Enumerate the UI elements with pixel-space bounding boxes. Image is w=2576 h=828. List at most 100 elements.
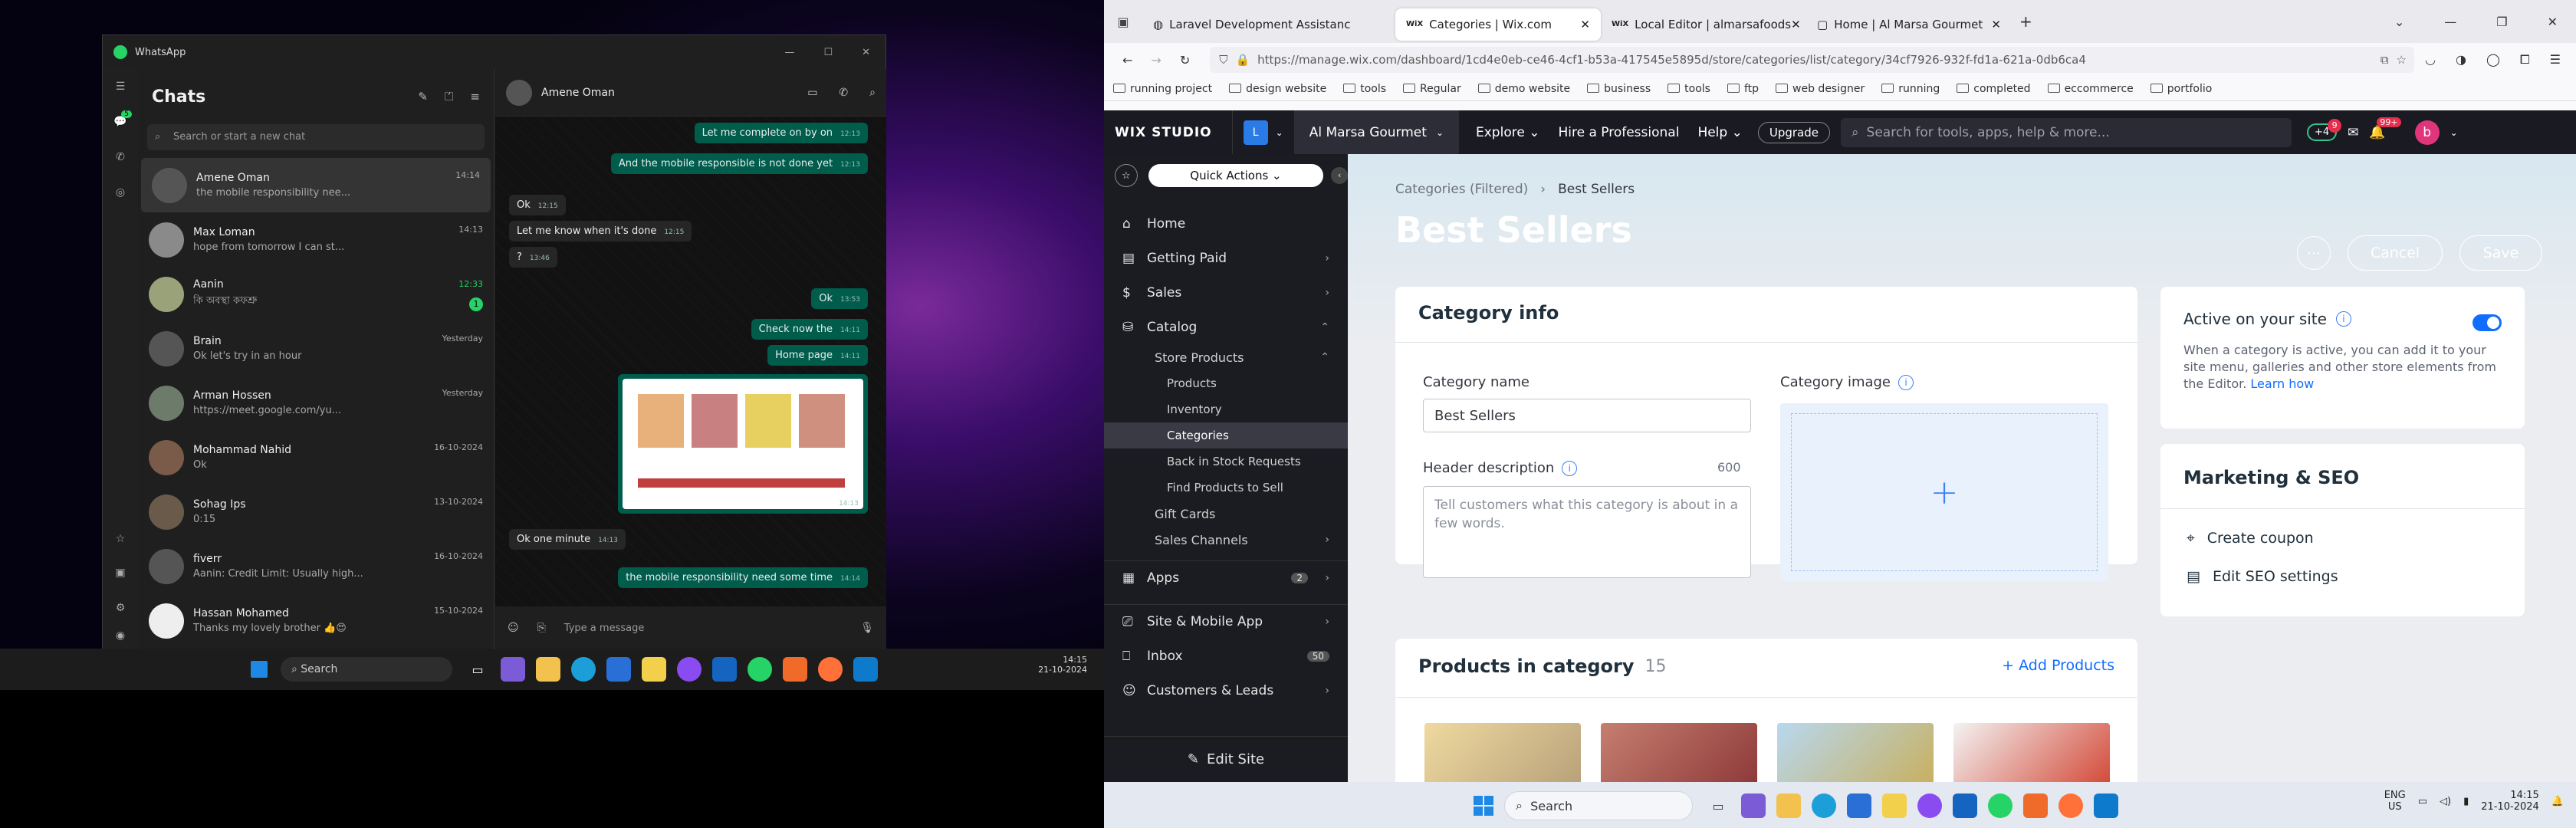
bookmark-folder[interactable]: Regular [1403, 83, 1461, 95]
site-selector[interactable]: L ⌄ [1231, 110, 1283, 154]
bookmark-folder[interactable]: tools [1668, 83, 1710, 95]
wix-search-input[interactable]: ⌕ Search for tools, apps, help & more... [1841, 117, 2292, 147]
chevron-down-icon[interactable]: ⌄ [2450, 127, 2458, 138]
more-actions-button[interactable]: ⋯ [2297, 236, 2331, 270]
message-input[interactable]: Type a message [564, 623, 860, 634]
close-icon[interactable]: ✕ [862, 47, 870, 58]
taskbar-search[interactable]: ⌕ Search [1504, 791, 1693, 820]
bookmark-folder[interactable]: eccommerce [2047, 83, 2134, 95]
bookmark-folder[interactable]: web designer [1776, 83, 1865, 95]
chat-item[interactable]: Aanin কি অবস্থা কফশ্রু 12:33 1 [138, 267, 494, 321]
sidebar-item-site-mobile-app[interactable]: ⎚ Site & Mobile App › [1104, 604, 1348, 639]
chat-item[interactable]: Brain Ok let's try in an hour Yesterday [138, 321, 494, 376]
minimize-icon[interactable]: — [2444, 15, 2456, 29]
forward-icon[interactable]: → [1151, 53, 1161, 67]
nav-explore[interactable]: Explore ⌄ [1476, 125, 1539, 140]
bookmark-folder[interactable]: demo website [1477, 83, 1570, 95]
chat-item[interactable]: fiverr Aanin: Credit Limit: Usually high.… [138, 539, 494, 593]
chat-item[interactable]: Mohammad Nahid Ok 16-10-2024 [138, 430, 494, 485]
vscode-icon[interactable] [853, 657, 878, 682]
upgrade-button[interactable]: Upgrade [1757, 121, 1830, 143]
bookmark-folder[interactable]: completed [1957, 83, 2031, 95]
tab-laravel[interactable]: ◍ Laravel Development Assistanc [1142, 8, 1395, 41]
filter-icon[interactable]: ⏍ [445, 90, 453, 104]
account-icon[interactable]: ◯ [2486, 52, 2500, 67]
chat-item[interactable]: Max Loman hope from tomorrow I can st... 1… [138, 212, 494, 267]
windows-start-icon[interactable] [251, 661, 268, 678]
microphone-icon[interactable]: 🎙 [860, 622, 874, 634]
save-button[interactable]: Save [2459, 235, 2542, 271]
store-icon[interactable] [606, 657, 631, 682]
file-explorer-icon[interactable] [1776, 794, 1801, 818]
network-icon[interactable]: ▭ [2418, 796, 2427, 807]
bookmark-folder[interactable]: running [1881, 83, 1940, 95]
cancel-button[interactable]: Cancel [2348, 235, 2443, 271]
menu-icon[interactable]: ☰ [103, 69, 138, 104]
sidebar-item-sales[interactable]: $ Sales › [1104, 275, 1348, 310]
vscode-icon[interactable] [2094, 794, 2118, 818]
right-clock[interactable]: 14:15 21-10-2024 [2481, 790, 2539, 813]
translate-icon[interactable]: ⧉ [2380, 53, 2389, 67]
extension-icon[interactable]: ◑ [2456, 52, 2466, 67]
sort-icon[interactable]: ≡ [470, 90, 480, 104]
back-icon[interactable]: ← [1122, 53, 1132, 67]
sidebar-item-categories[interactable]: Categories [1104, 422, 1348, 449]
chat-item[interactable]: Amene Oman the mobile responsibility nee.… [141, 158, 491, 212]
sticky-notes-icon[interactable] [642, 657, 666, 682]
close-tab-icon[interactable]: ✕ [1791, 18, 1801, 31]
sidebar-item-apps[interactable]: ▦ Apps 2 › [1104, 560, 1348, 595]
sidebar-item-find-products[interactable]: Find Products to Sell [1104, 475, 1348, 501]
whatsapp-taskbar-icon[interactable] [748, 657, 772, 682]
status-icon[interactable]: ◎ [103, 175, 138, 210]
tab-local-editor[interactable]: WiX Local Editor | almarsafoods ✕ [1601, 8, 1806, 41]
brave-icon[interactable] [2023, 794, 2048, 818]
learn-how-link[interactable]: Learn how [2250, 376, 2314, 391]
category-image-upload[interactable]: + [1780, 403, 2108, 581]
task-view-icon[interactable]: ▭ [1706, 794, 1730, 818]
info-icon[interactable]: i [1562, 460, 1578, 476]
edge-icon[interactable] [571, 657, 596, 682]
minimize-icon[interactable]: — [784, 47, 794, 58]
sticky-notes-icon[interactable] [1882, 794, 1907, 818]
bookmark-folder[interactable]: design website [1229, 83, 1326, 95]
close-window-icon[interactable]: ✕ [2548, 15, 2558, 29]
url-bar[interactable]: ⛉ 🔒 https://manage.wix.com/dashboard/1cd… [1210, 47, 2414, 73]
voice-call-icon[interactable]: ✆ [839, 87, 848, 99]
left-clock[interactable]: 14:15 21-10-2024 [1038, 655, 1087, 675]
quick-actions-button[interactable]: Quick Actions ⌄ [1148, 164, 1324, 187]
notifications-icon[interactable]: 🔔 99+ [2369, 117, 2401, 140]
active-toggle[interactable] [2472, 314, 2502, 331]
info-icon[interactable]: i [1898, 374, 1914, 390]
store-icon[interactable] [1847, 794, 1871, 818]
archive-icon[interactable]: ▣ [103, 555, 138, 590]
messenger-icon[interactable] [1917, 794, 1942, 818]
contact-name[interactable]: Amene Oman [541, 87, 615, 99]
tab-categories[interactable]: WiX Categories | Wix.com ✕ [1395, 8, 1601, 41]
edit-seo-link[interactable]: ▤ Edit SEO settings [2187, 568, 2338, 585]
nav-help[interactable]: Help ⌄ [1697, 125, 1742, 140]
bookmark-folder[interactable]: running project [1113, 83, 1212, 95]
chat-item[interactable]: Sohag Ips 0:15 13-10-2024 [138, 485, 494, 539]
brave-icon[interactable] [783, 657, 807, 682]
chat-item[interactable]: Hassan Mohamed Thanks my lovely brother 👍… [138, 593, 494, 648]
whatsapp-taskbar-icon[interactable] [1988, 794, 2013, 818]
create-coupon-link[interactable]: ⌖ Create coupon [2187, 530, 2314, 547]
nav-hire-professional[interactable]: Hire a Professional [1558, 125, 1679, 140]
pocket-icon[interactable]: ◡ [2425, 52, 2436, 67]
firefox-view-icon[interactable]: ▣ [1104, 15, 1142, 29]
sidebar-item-customers[interactable]: ☺ Customers & Leads › [1104, 673, 1348, 708]
sidebar-item-getting-paid[interactable]: ▤ Getting Paid › [1104, 241, 1348, 275]
video-call-icon[interactable]: ▭ [807, 87, 817, 99]
battery-icon[interactable]: ▮ [2463, 796, 2469, 807]
search-icon[interactable]: ⌕ [869, 87, 876, 99]
reload-icon[interactable]: ↻ [1180, 53, 1190, 67]
wix-studio-logo[interactable]: WIX STUDIO [1115, 125, 1212, 140]
close-tab-icon[interactable]: ✕ [1991, 18, 2001, 31]
close-tab-icon[interactable]: ✕ [1580, 18, 1590, 31]
language-indicator[interactable]: ENG US [2384, 790, 2406, 813]
new-chat-icon[interactable]: ✎ [418, 90, 428, 104]
maximize-icon[interactable]: ☐ [823, 47, 833, 58]
sidebar-item-catalog[interactable]: ⛁ Catalog ⌃ [1104, 310, 1348, 344]
category-name-input[interactable]: Best Sellers [1423, 399, 1751, 432]
copilot-icon[interactable] [1741, 794, 1766, 818]
